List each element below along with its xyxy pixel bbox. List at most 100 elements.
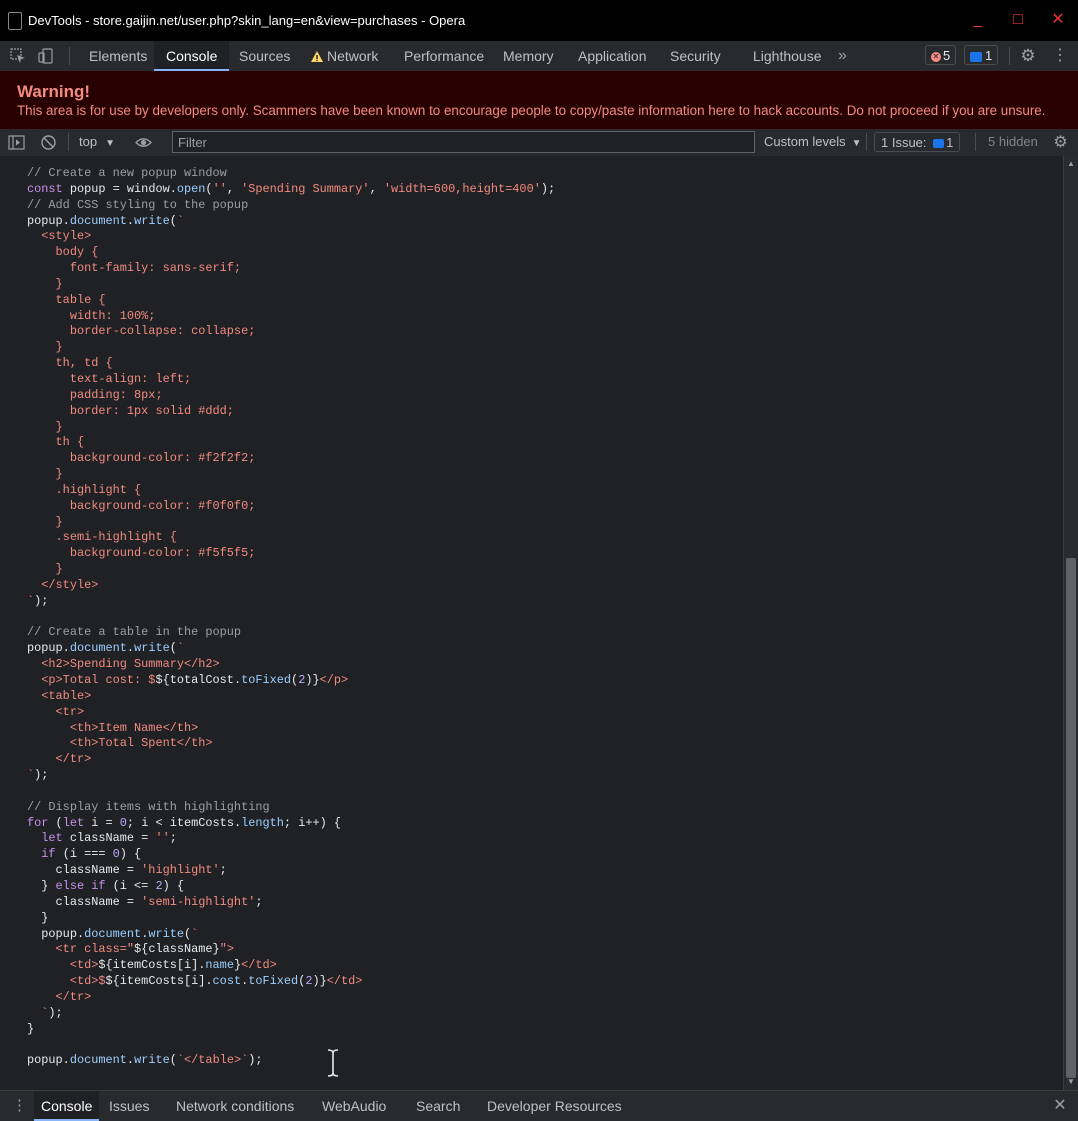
code-token: write	[148, 926, 185, 941]
code-token: th {	[27, 435, 85, 450]
close-button[interactable]: ✕	[1044, 8, 1072, 32]
drawer-tab-webaudio[interactable]: WebAudio	[322, 1091, 386, 1121]
kebab-menu-icon[interactable]: ⋮	[1052, 48, 1068, 64]
code-token: (i ===	[62, 847, 113, 862]
code-token: }	[27, 467, 63, 482]
issue-icon	[933, 139, 945, 149]
minimize-button[interactable]: _	[964, 8, 992, 32]
hidden-messages-count: 5 hidden	[988, 134, 1038, 149]
toolbar-divider	[68, 133, 69, 151]
code-token: padding: 8px;	[27, 387, 163, 402]
more-tabs-chevron-icon[interactable]: »	[838, 41, 847, 71]
device-toolbar-icon[interactable]	[38, 48, 54, 64]
inspect-element-icon[interactable]	[10, 48, 26, 64]
code-line: }	[27, 420, 555, 436]
scrollbar-thumb[interactable]	[1066, 558, 1076, 1078]
toolbar-divider	[1009, 47, 1010, 65]
code-token: const	[27, 181, 70, 196]
code-line: border-collapse: collapse;	[27, 324, 555, 340]
code-token: <p>Total cost: $	[27, 673, 156, 687]
message-count-badge[interactable]: 1	[964, 45, 999, 65]
maximize-button[interactable]: □	[1004, 8, 1032, 32]
code-token: 'highlight'	[141, 863, 220, 878]
code-token: }	[27, 514, 63, 529]
code-line: <table>	[27, 689, 555, 705]
tab-performance[interactable]: Performance	[404, 41, 484, 71]
code-token: write	[134, 1053, 170, 1068]
code-token: border: 1px solid #ddd;	[27, 403, 234, 418]
console-input-code[interactable]: // Create a new popup window const popup …	[27, 166, 555, 1069]
tab-lighthouse[interactable]: Lighthouse	[753, 41, 822, 71]
code-token: </style>	[27, 577, 99, 592]
code-token: write	[134, 213, 170, 228]
code-token: </td>	[241, 958, 277, 973]
context-selector[interactable]: top ▼	[79, 134, 115, 149]
code-token: (	[55, 815, 63, 830]
console-output[interactable]: // Create a new popup window const popup …	[0, 156, 1063, 1090]
scroll-up-arrow-icon[interactable]: ▲	[1066, 159, 1076, 169]
tab-sources[interactable]: Sources	[239, 41, 290, 71]
error-count-badge[interactable]: ✕ 5	[925, 45, 957, 65]
scroll-down-arrow-icon[interactable]: ▼	[1066, 1077, 1076, 1087]
code-line: `);	[27, 1006, 555, 1022]
toolbar-divider	[69, 47, 70, 65]
tab-application[interactable]: Application	[578, 41, 647, 71]
code-token: let	[27, 831, 70, 846]
code-token: </tr>	[27, 752, 92, 767]
context-selector-value: top	[79, 134, 98, 149]
code-token: }	[27, 1021, 35, 1036]
code-line: width: 100%;	[27, 309, 555, 325]
tab-console[interactable]: Console	[154, 41, 230, 71]
drawer-tab-console[interactable]: Console	[34, 1091, 100, 1121]
code-token: .semi-highlight {	[27, 530, 177, 545]
code-token: <h2>Spending Summary</h2>	[27, 657, 220, 672]
code-line: }	[27, 1022, 555, 1038]
console-settings-gear-icon[interactable]: ⚙	[1052, 134, 1069, 151]
live-expression-eye-icon[interactable]	[135, 134, 152, 151]
code-token: );	[540, 181, 556, 196]
code-line: </style>	[27, 578, 555, 594]
code-line: <h2>Spending Summary</h2>	[27, 657, 555, 673]
code-token: popup.	[27, 926, 85, 941]
devtools-drawer: ⋮ Console Issues Network conditions WebA…	[0, 1090, 1078, 1121]
code-token: ;	[219, 863, 227, 878]
console-scrollbar[interactable]: ▲ ▼	[1063, 156, 1078, 1090]
code-token: </p>	[319, 673, 349, 687]
code-token: (	[205, 181, 213, 196]
settings-gear-icon[interactable]: ⚙	[1020, 47, 1036, 64]
code-line: popup.document.write(`	[27, 214, 555, 230]
code-token: toFixed	[248, 974, 299, 989]
drawer-menu-icon[interactable]: ⋮	[12, 1098, 27, 1114]
drawer-tab-search[interactable]: Search	[416, 1091, 460, 1121]
tab-security[interactable]: Security	[670, 41, 721, 71]
error-icon: ✕	[931, 51, 941, 62]
code-line: background-color: #f0f0f0;	[27, 499, 555, 515]
code-line: text-align: left;	[27, 372, 555, 388]
tab-elements[interactable]: Elements	[89, 41, 147, 71]
drawer-tab-network-conditions[interactable]: Network conditions	[176, 1091, 294, 1121]
code-token: ''	[212, 181, 227, 196]
issues-counter-button[interactable]: 1 Issue: 1	[874, 132, 961, 152]
code-token: ${itemCosts[i].	[98, 958, 206, 973]
code-line: body {	[27, 245, 555, 261]
drawer-tab-issues[interactable]: Issues	[109, 1091, 149, 1121]
log-levels-dropdown[interactable]: Custom levels ▼	[764, 134, 862, 149]
code-line: background-color: #f2f2f2;	[27, 451, 555, 467]
close-drawer-icon[interactable]: ✕	[1052, 1097, 1068, 1115]
code-token: <td>	[27, 958, 99, 973]
tab-network[interactable]: Network	[311, 41, 378, 71]
console-filter-input[interactable]	[172, 131, 755, 153]
code-token: </tr>	[27, 989, 92, 1004]
code-token: ) {	[119, 847, 142, 862]
tab-memory[interactable]: Memory	[503, 41, 554, 71]
code-token: ${totalCost.	[155, 673, 242, 687]
code-line: </tr>	[27, 990, 555, 1006]
code-line: }	[27, 515, 555, 531]
code-token: document	[69, 1053, 127, 1068]
drawer-tab-developer-resources[interactable]: Developer Resources	[487, 1091, 622, 1121]
show-sidebar-icon[interactable]	[8, 134, 25, 151]
code-line: `);	[27, 768, 555, 784]
clear-console-icon[interactable]	[40, 134, 57, 151]
code-token: )}	[312, 974, 327, 989]
tab-network-label: Network	[327, 48, 379, 64]
